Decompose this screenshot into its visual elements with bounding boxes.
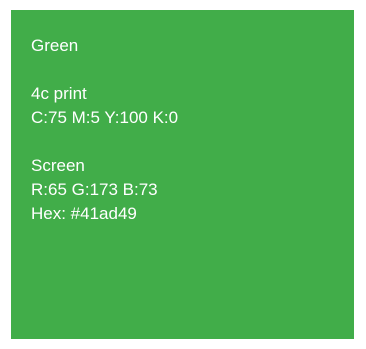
cmyk-value: C:75 M:5 Y:100 K:0 bbox=[31, 108, 179, 127]
screen-label: Screen bbox=[31, 156, 85, 175]
color-name: Green bbox=[31, 36, 79, 55]
rgb-value: R:65 G:173 B:73 bbox=[31, 180, 158, 199]
hex-value: Hex: #41ad49 bbox=[31, 204, 137, 223]
print-label: 4c print bbox=[31, 84, 87, 103]
color-swatch-card: Green 4c print C:75 M:5 Y:100 K:0 Screen… bbox=[11, 10, 354, 339]
